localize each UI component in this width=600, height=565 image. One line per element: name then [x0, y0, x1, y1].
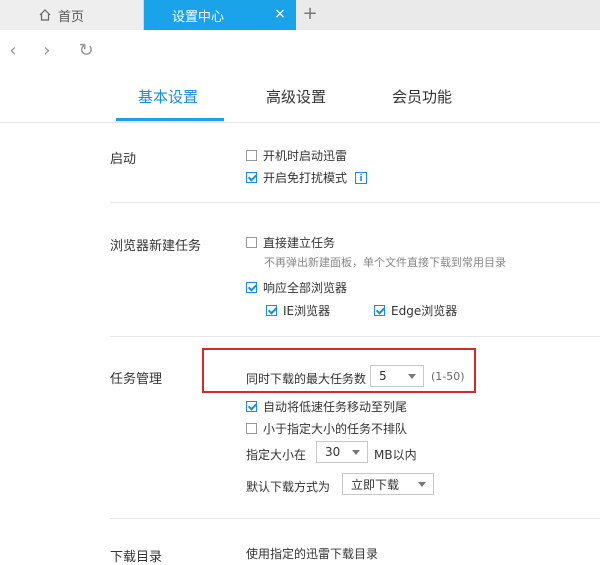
max-tasks-select[interactable]: 5 [370, 365, 424, 387]
checkbox-edge-browser[interactable] [374, 305, 385, 316]
max-tasks-label: 同时下载的最大任务数 [246, 372, 367, 386]
tab-home-label: 首页 [58, 9, 85, 25]
tab-member-features[interactable]: 会员功能 [392, 86, 452, 107]
checkbox-all-browsers[interactable] [246, 282, 257, 293]
info-icon[interactable]: i [355, 171, 368, 184]
size-label: 指定大小在 [246, 448, 307, 462]
forward-button[interactable]: › [36, 40, 58, 62]
settings-tabs: 基本设置 高级设置 会员功能 [0, 70, 600, 123]
chevron-down-icon [408, 374, 416, 379]
option-edge-browser[interactable]: Edge浏览器 [374, 302, 457, 319]
option-ie-browser-label: IE浏览器 [283, 304, 331, 318]
option-move-slow-tasks-label: 自动将低速任务移动至列尾 [263, 400, 408, 414]
option-do-not-disturb[interactable]: 开启免打扰模式 i [246, 169, 368, 186]
divider [110, 202, 600, 203]
tab-settings-label: 设置中心 [172, 9, 225, 25]
option-move-slow-tasks[interactable]: 自动将低速任务移动至列尾 [246, 398, 407, 415]
home-icon [39, 9, 51, 21]
navigation-bar: ‹ › ↻ [0, 30, 600, 70]
option-small-no-queue-label: 小于指定大小的任务不排队 [263, 422, 408, 436]
tab-basic-settings[interactable]: 基本设置 [138, 86, 198, 107]
option-auto-start-label: 开机时启动迅雷 [263, 149, 348, 163]
option-ie-browser[interactable]: IE浏览器 [266, 302, 330, 319]
option-all-browsers-label: 响应全部浏览器 [263, 281, 348, 295]
max-tasks-value: 5 [379, 369, 387, 383]
checkbox-do-not-disturb[interactable] [246, 172, 257, 183]
tab-settings-center[interactable]: 设置中心 × [144, 0, 296, 30]
back-button[interactable]: ‹ [2, 40, 24, 62]
chevron-down-icon [352, 450, 360, 455]
browser-tab-strip: 首页 设置中心 × + [0, 0, 600, 30]
size-unit: MB以内 [374, 448, 417, 462]
refresh-button[interactable]: ↻ [75, 40, 97, 62]
option-direct-task[interactable]: 直接建立任务 [246, 234, 335, 251]
section-browser-task-label: 浏览器新建任务 [110, 239, 202, 254]
option-small-no-queue[interactable]: 小于指定大小的任务不排队 [246, 420, 407, 437]
checkbox-ie-browser[interactable] [266, 305, 277, 316]
section-startup-label: 启动 [110, 152, 137, 167]
option-do-not-disturb-label: 开启免打扰模式 [263, 171, 348, 185]
checkbox-move-slow-tasks[interactable] [246, 401, 257, 412]
tab-home[interactable]: 首页 [0, 0, 144, 30]
tab-advanced-settings[interactable]: 高级设置 [266, 86, 326, 107]
download-mode-select[interactable]: 立即下载 [342, 473, 434, 495]
option-all-browsers[interactable]: 响应全部浏览器 [246, 279, 347, 296]
download-mode-label: 默认下载方式为 [246, 480, 331, 494]
size-select[interactable]: 30 [316, 441, 368, 463]
direct-task-hint: 不再弹出新建面板，单个文件直接下载到常用目录 [264, 256, 506, 269]
max-tasks-range: (1-50) [431, 370, 465, 383]
option-direct-task-label: 直接建立任务 [263, 236, 336, 250]
chevron-down-icon [418, 482, 426, 487]
divider [110, 518, 600, 519]
checkbox-auto-start[interactable] [246, 150, 257, 161]
checkbox-small-no-queue[interactable] [246, 423, 257, 434]
new-tab-button[interactable]: + [302, 5, 318, 23]
active-tab-indicator [116, 118, 224, 121]
close-tab-icon[interactable]: × [274, 7, 286, 21]
download-dir-text: 使用指定的迅雷下载目录 [246, 547, 379, 561]
section-task-mgmt-label: 任务管理 [110, 372, 163, 387]
option-auto-start[interactable]: 开机时启动迅雷 [246, 147, 347, 164]
section-download-dir-label: 下载目录 [110, 550, 163, 565]
checkbox-direct-task[interactable] [246, 237, 257, 248]
size-value: 30 [325, 445, 341, 459]
divider [110, 336, 600, 337]
option-edge-browser-label: Edge浏览器 [391, 304, 458, 318]
download-mode-value: 立即下载 [351, 477, 400, 492]
